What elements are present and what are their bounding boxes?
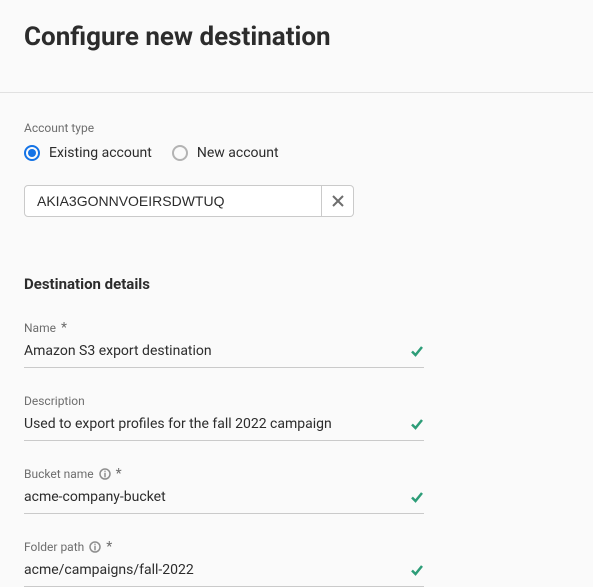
field-description: Description Used to export profiles for … (24, 394, 569, 441)
description-input[interactable]: Used to export profiles for the fall 202… (24, 416, 424, 441)
field-bucket-name: Bucket name * acme-company-bucket (24, 467, 569, 514)
clear-account-button[interactable] (322, 185, 354, 217)
name-value: Amazon S3 export destination (24, 343, 212, 359)
folder-path-input[interactable]: acme/campaigns/fall-2022 (24, 562, 424, 587)
destination-details-heading: Destination details (24, 275, 569, 293)
radio-new-account[interactable]: New account (172, 145, 279, 161)
radio-existing-account[interactable]: Existing account (24, 145, 152, 161)
account-type-radio-group: Existing account New account (24, 145, 569, 161)
name-label: Name (24, 321, 56, 335)
bucket-name-label: Bucket name (24, 467, 94, 481)
radio-unselected-icon (172, 145, 188, 161)
checkmark-icon (410, 490, 424, 504)
bucket-name-value: acme-company-bucket (24, 489, 166, 505)
info-icon[interactable] (89, 541, 101, 553)
checkmark-icon (410, 417, 424, 431)
description-value: Used to export profiles for the fall 202… (24, 416, 332, 432)
folder-path-value: acme/campaigns/fall-2022 (24, 562, 194, 578)
field-folder-path: Folder path * acme/campaigns/fall-2022 (24, 540, 569, 587)
required-asterisk-icon: * (106, 540, 112, 554)
account-type-label: Account type (24, 121, 569, 135)
radio-selected-icon (24, 145, 40, 161)
field-name: Name * Amazon S3 export destination (24, 321, 569, 368)
folder-path-label: Folder path (24, 540, 84, 554)
close-icon (332, 192, 344, 211)
name-input[interactable]: Amazon S3 export destination (24, 343, 424, 368)
account-id-input[interactable] (24, 185, 322, 217)
description-label: Description (24, 394, 85, 408)
radio-existing-label: Existing account (49, 145, 152, 161)
checkmark-icon (410, 563, 424, 577)
required-asterisk-icon: * (116, 467, 122, 481)
info-icon[interactable] (99, 468, 111, 480)
checkmark-icon (410, 344, 424, 358)
bucket-name-input[interactable]: acme-company-bucket (24, 489, 424, 514)
required-asterisk-icon: * (61, 321, 67, 335)
page-title: Configure new destination (24, 22, 569, 52)
radio-new-label: New account (197, 145, 279, 161)
